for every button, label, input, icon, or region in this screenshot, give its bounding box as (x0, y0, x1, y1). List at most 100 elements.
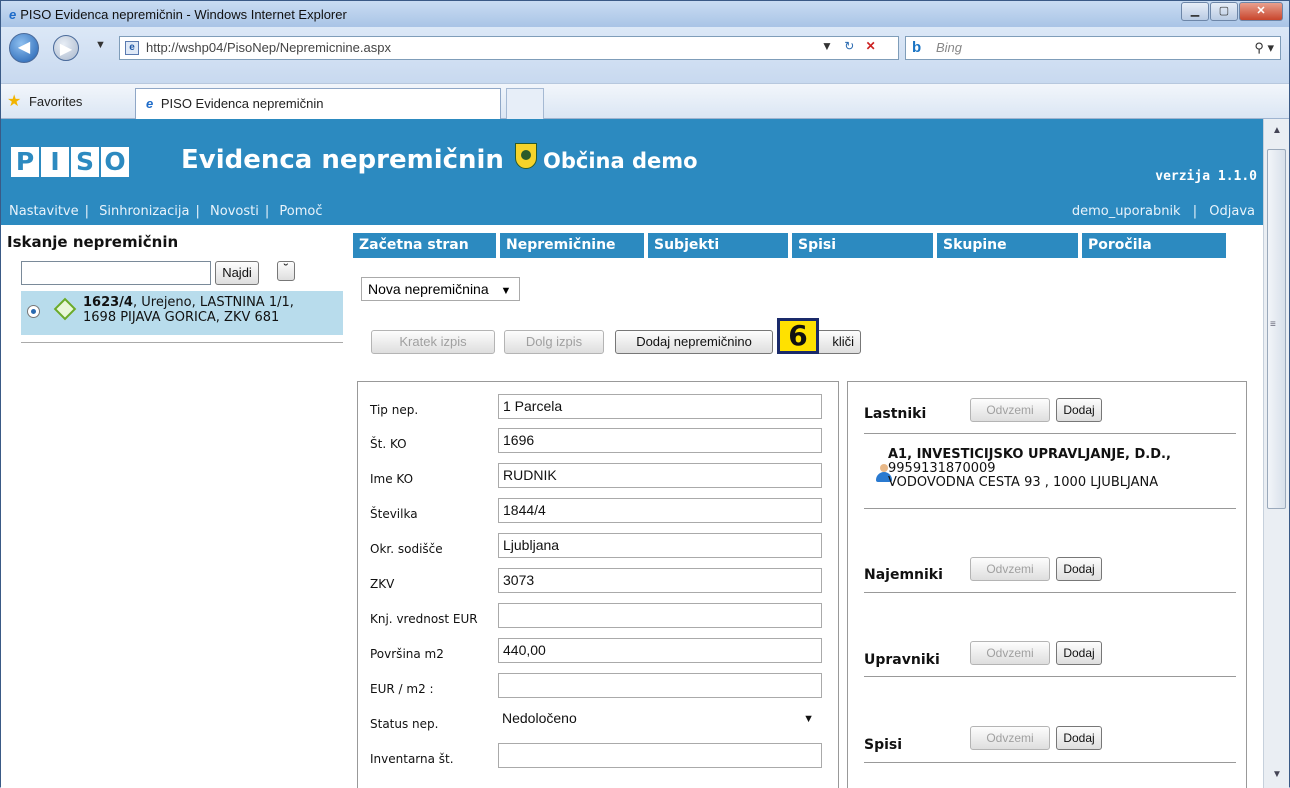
ko-number-field[interactable]: 1696 (498, 428, 822, 453)
label-eur-per-m2: EUR / m2 : (370, 682, 434, 696)
logo-letter: S (71, 147, 99, 177)
username[interactable]: demo_uporabnik (1072, 204, 1181, 219)
label-ko-number: Št. KO (370, 437, 407, 451)
book-value-field[interactable] (498, 603, 822, 628)
app-header: P I S O Evidenca nepremičnin Občina demo… (1, 119, 1263, 225)
logout-link[interactable]: Odjava (1209, 204, 1255, 219)
page-content: P I S O Evidenca nepremičnin Občina demo… (1, 119, 1271, 788)
nav-settings[interactable]: Nastavitve (9, 204, 79, 219)
search-icon[interactable]: ⚲ ▾ (1254, 37, 1274, 59)
favorites-label: Favorites (28, 94, 83, 109)
scroll-down-icon[interactable]: ▼ (1272, 769, 1282, 780)
eur-per-m2-field[interactable] (498, 673, 822, 698)
history-dropdown-icon[interactable]: ▼ (95, 39, 106, 51)
result-line2: 1698 PIJAVA GORICA, ZKV 681 (83, 310, 280, 325)
menu-properties[interactable]: Nepremičnine (500, 233, 644, 258)
label-number: Številka (370, 507, 418, 521)
logo-letter: P (11, 147, 39, 177)
type-field[interactable]: 1 Parcela (498, 394, 822, 419)
search-placeholder: Bing (936, 40, 963, 55)
menu-subjects[interactable]: Subjekti (648, 233, 788, 258)
status-value: Nedoločeno (502, 710, 577, 726)
municipality-name: Občina demo (543, 149, 698, 173)
result-parcel-number: 1623/4 (83, 295, 133, 310)
ko-name-field[interactable]: RUDNIK (498, 463, 822, 488)
search-input[interactable] (21, 261, 211, 285)
top-navigation: Nastavitve | Sinhronizacija | Novosti | Pom… (9, 204, 323, 219)
tab-title: PISO Evidenca nepremičnin (160, 96, 324, 111)
search-result-item[interactable]: 1623/4, Urejeno, LASTNINA 1/1, 1698 PIJA… (21, 291, 343, 335)
back-button[interactable]: ◀ (9, 33, 39, 63)
zkv-field[interactable]: 3073 (498, 568, 822, 593)
user-box: demo_uporabnik | Odjava (1071, 204, 1255, 219)
managers-remove-button[interactable]: Odvzemi (970, 641, 1050, 665)
files-remove-button[interactable]: Odvzemi (970, 726, 1050, 750)
main-menu: Začetna stran Nepremičnine Subjekti Spis… (353, 233, 1230, 258)
close-button[interactable]: ✕ (1239, 2, 1283, 21)
owners-label: Lastniki (864, 406, 927, 422)
find-button[interactable]: Najdi (215, 261, 259, 285)
parcel-icon (53, 297, 77, 321)
step-badge: 6 (777, 318, 819, 354)
search-box[interactable]: b Bing ⚲ ▾ (905, 36, 1281, 60)
vertical-scrollbar[interactable]: ▲ ≡ ▼ (1263, 119, 1289, 788)
browser-tab-active[interactable]: e PISO Evidenca nepremičnin (135, 88, 501, 120)
expand-button[interactable]: ˘ (277, 261, 295, 281)
result-line1: , Urejeno, LASTNINA 1/1, (132, 295, 294, 310)
label-inventory: Inventarna št. (370, 752, 454, 766)
address-bar[interactable]: e http://wshp04/PisoNep/Nepremicnine.asp… (119, 36, 899, 60)
version-label: verzija 1.1.0 (1155, 169, 1257, 184)
search-heading: Iskanje nepremičnin (7, 233, 179, 251)
divider (864, 592, 1236, 593)
title-bar: e PISO Evidenca nepremičnin - Windows In… (1, 1, 1289, 27)
new-tab-button[interactable] (506, 88, 544, 120)
grip-icon: ≡ (1270, 319, 1276, 330)
owner-name: A1, INVESTICIJSKO UPRAVLJANJE, D.D., (888, 447, 1171, 462)
ie-logo-icon: e (9, 6, 17, 22)
owner-entry[interactable]: A1, INVESTICIJSKO UPRAVLJANJE, D.D., 995… (888, 448, 1171, 490)
piso-logo: P I S O (11, 147, 131, 177)
maximize-button[interactable]: ▢ (1210, 2, 1238, 21)
logo-letter: O (101, 147, 129, 177)
divider (864, 676, 1236, 677)
court-field[interactable]: Ljubljana (498, 533, 822, 558)
forward-button[interactable]: ▶ (53, 35, 79, 61)
tenants-add-button[interactable]: Dodaj (1056, 557, 1102, 581)
managers-add-button[interactable]: Dodaj (1056, 641, 1102, 665)
menu-reports[interactable]: Poročila (1082, 233, 1226, 258)
menu-files[interactable]: Spisi (792, 233, 933, 258)
nav-sync[interactable]: Sinhronizacija (99, 204, 189, 219)
refresh-icon[interactable]: ↻ (844, 39, 854, 53)
short-print-button[interactable]: Kratek izpis (371, 330, 495, 354)
tenants-remove-button[interactable]: Odvzemi (970, 557, 1050, 581)
minimize-button[interactable]: ▁ (1181, 2, 1209, 21)
window-title: PISO Evidenca nepremičnin - Windows Inte… (20, 6, 347, 22)
new-property-select[interactable]: Nova nepremičnina ▼ (361, 277, 521, 301)
managers-label: Upravniki (864, 652, 940, 668)
nav-help[interactable]: Pomoč (279, 204, 322, 219)
dropdown-icon[interactable]: ▼ (821, 39, 833, 53)
owner-address: VODOVODNA CESTA 93 , 1000 LJUBLJANA (888, 475, 1159, 490)
files-add-button[interactable]: Dodaj (1056, 726, 1102, 750)
ie-tab-icon: e (146, 96, 154, 111)
stop-icon[interactable]: ✕ (866, 39, 876, 53)
number-field[interactable]: 1844/4 (498, 498, 822, 523)
bing-icon: b (912, 39, 922, 56)
logo-letter: I (41, 147, 69, 177)
nav-news[interactable]: Novosti (210, 204, 259, 219)
status-select[interactable]: Nedoločeno ▼ (498, 707, 822, 732)
owners-add-button[interactable]: Dodaj (1056, 398, 1102, 422)
owners-remove-button[interactable]: Odvzemi (970, 398, 1050, 422)
inventory-field[interactable] (498, 743, 822, 768)
label-book-value: Knj. vrednost EUR (370, 612, 478, 626)
add-property-button[interactable]: Dodaj nepremičnino (615, 330, 773, 354)
favorites-button[interactable]: ★ Favorites (7, 91, 82, 111)
area-field[interactable]: 440,00 (498, 638, 822, 663)
menu-home[interactable]: Začetna stran (353, 233, 496, 258)
owner-id: 9959131870009 (888, 461, 996, 476)
chevron-down-icon: ▼ (803, 713, 814, 725)
scroll-up-icon[interactable]: ▲ (1272, 125, 1282, 136)
long-print-button[interactable]: Dolg izpis (504, 330, 604, 354)
result-radio[interactable] (27, 305, 40, 318)
menu-groups[interactable]: Skupine (937, 233, 1078, 258)
